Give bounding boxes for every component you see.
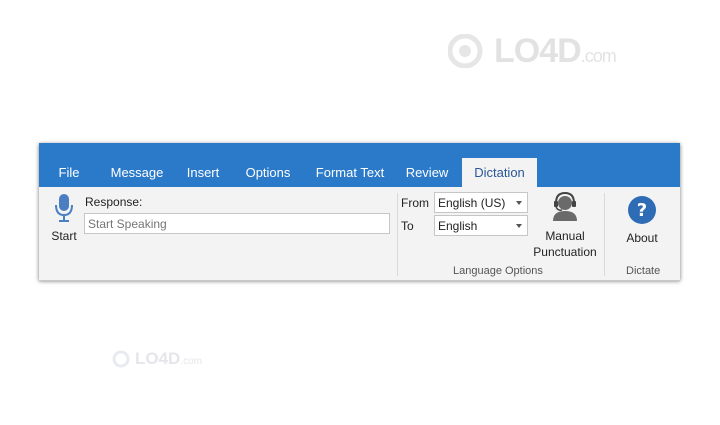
logo-icon <box>112 350 130 368</box>
headset-icon <box>553 191 577 221</box>
about-button[interactable]: ? About <box>620 195 664 246</box>
chevron-down-icon <box>516 201 522 205</box>
watermark-suffix: .com <box>580 45 617 66</box>
response-label: Response: <box>85 195 143 209</box>
response-input[interactable] <box>84 213 390 234</box>
tab-format-text[interactable]: Format Text <box>310 158 390 187</box>
ribbon-body: Start Response: From English (US) To Eng… <box>39 187 680 281</box>
help-icon: ? <box>628 196 656 224</box>
from-language-select[interactable]: English (US) <box>434 192 528 213</box>
to-language-value: English <box>438 219 478 233</box>
manual-punctuation-button[interactable]: Manual Punctuation <box>529 191 601 260</box>
tab-message[interactable]: Message <box>105 158 169 187</box>
to-label: To <box>401 219 414 233</box>
separator <box>604 193 605 276</box>
watermark-suffix: .com <box>180 356 203 367</box>
watermark-logo: LO4D.com <box>448 32 648 70</box>
from-language-value: English (US) <box>438 196 506 210</box>
tab-review[interactable]: Review <box>401 158 453 187</box>
tab-file[interactable]: File <box>47 158 91 187</box>
separator <box>397 193 398 276</box>
ribbon: File Message Insert Options Format Text … <box>39 143 680 281</box>
tab-insert[interactable]: Insert <box>181 158 225 187</box>
svg-text:?: ? <box>637 200 647 221</box>
tab-options[interactable]: Options <box>238 158 298 187</box>
from-label: From <box>401 196 429 210</box>
watermark-brand: LO4D <box>494 31 582 70</box>
manual-punctuation-line1: Manual <box>545 229 585 243</box>
watermark-logo-small: LO4D.com <box>112 348 232 370</box>
tab-bar: File Message Insert Options Format Text … <box>39 143 680 187</box>
to-language-select[interactable]: English <box>434 215 528 236</box>
tab-dictation[interactable]: Dictation <box>462 158 537 187</box>
manual-punctuation-line2: Punctuation <box>533 245 597 259</box>
language-options-group-label: Language Options <box>453 265 543 277</box>
logo-icon <box>448 34 483 68</box>
start-button[interactable]: Start <box>47 193 81 244</box>
dictate-group-label: Dictate <box>626 265 661 277</box>
start-label: Start <box>51 229 77 243</box>
about-label: About <box>626 231 658 245</box>
watermark-brand: LO4D <box>135 349 181 368</box>
microphone-icon <box>55 194 73 222</box>
chevron-down-icon <box>516 224 522 228</box>
